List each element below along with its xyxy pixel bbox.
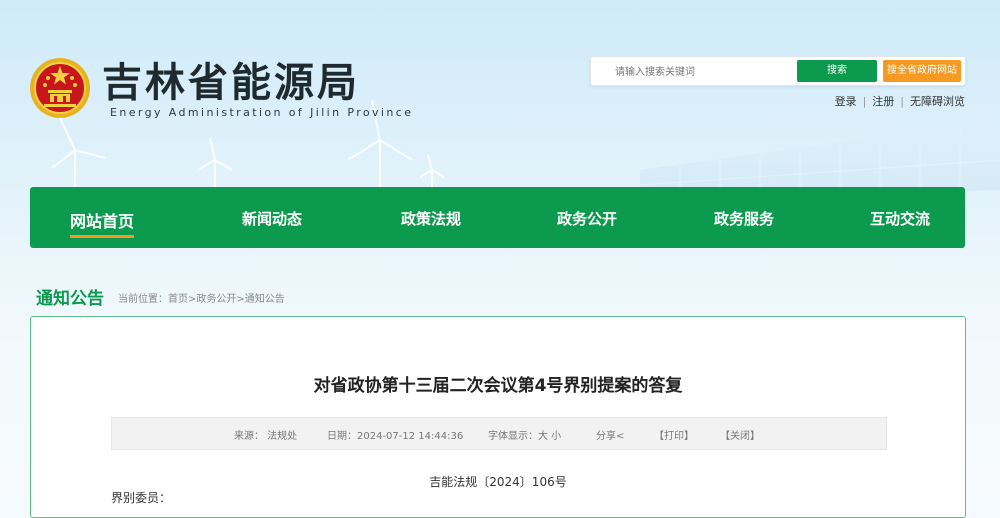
accessibility-link[interactable]: 无障碍浏览 [910,95,965,108]
search-province-button[interactable]: 搜全省政府网站 [883,60,961,82]
separator: | [862,95,867,108]
article-source: 来源： 法规处 [234,431,298,442]
article-date: 日期：2024-07-12 14:44:36 [327,431,464,442]
site-title: 吉林省能源局 [102,59,360,106]
login-link[interactable]: 登录 [835,95,857,108]
search-box: 搜索 搜全省政府网站 [590,56,966,86]
article-meta-bar: 来源： 法规处 日期：2024-07-12 14:44:36 字体显示：大 小 … [111,417,887,450]
nav-item-interaction[interactable]: 互动交流 [870,208,930,229]
font-size-control[interactable]: 字体显示：大 小 [488,427,561,442]
national-emblem-icon [30,58,90,118]
article-title: 对省政协第十三届二次会议第4号界别提案的答复 [313,376,683,396]
share-label: 分享 [596,431,616,442]
site-subtitle: Energy Administration of Jilin Province [110,106,414,119]
article-card: 对省政协第十三届二次会议第4号界别提案的答复 来源： 法规处 日期：2024-0… [30,316,966,518]
nav-item-home[interactable]: 网站首页 [70,208,135,238]
nav-item-policy[interactable]: 政策法规 [401,208,461,229]
search-input[interactable] [613,63,797,81]
breadcrumb[interactable]: 当前位置：首页>政务公开>通知公告 [118,290,285,305]
search-button[interactable]: 搜索 [797,60,877,82]
close-button[interactable]: 【关闭】 [720,427,760,442]
separator: | [900,95,904,108]
nav-item-gov-services[interactable]: 政务服务 [714,208,774,229]
article-salutation: 界别委员： [111,491,172,505]
register-link[interactable]: 注册 [872,95,894,108]
top-links: 登录 | 注册 | 无障碍浏览 [835,93,965,109]
print-button[interactable]: 【打印】 [654,427,694,442]
section-title: 通知公告 [36,289,104,309]
nav-item-gov-affairs-open[interactable]: 政务公开 [557,208,617,229]
nav-item-news[interactable]: 新闻动态 [242,208,302,229]
share-icon: < [616,431,625,442]
main-nav: 网站首页 新闻动态 政策法规 政务公开 政务服务 互动交流 [30,187,965,248]
share-button[interactable]: 分享< [596,427,624,442]
document-number: 吉能法规〔2024〕106号 [429,475,567,489]
